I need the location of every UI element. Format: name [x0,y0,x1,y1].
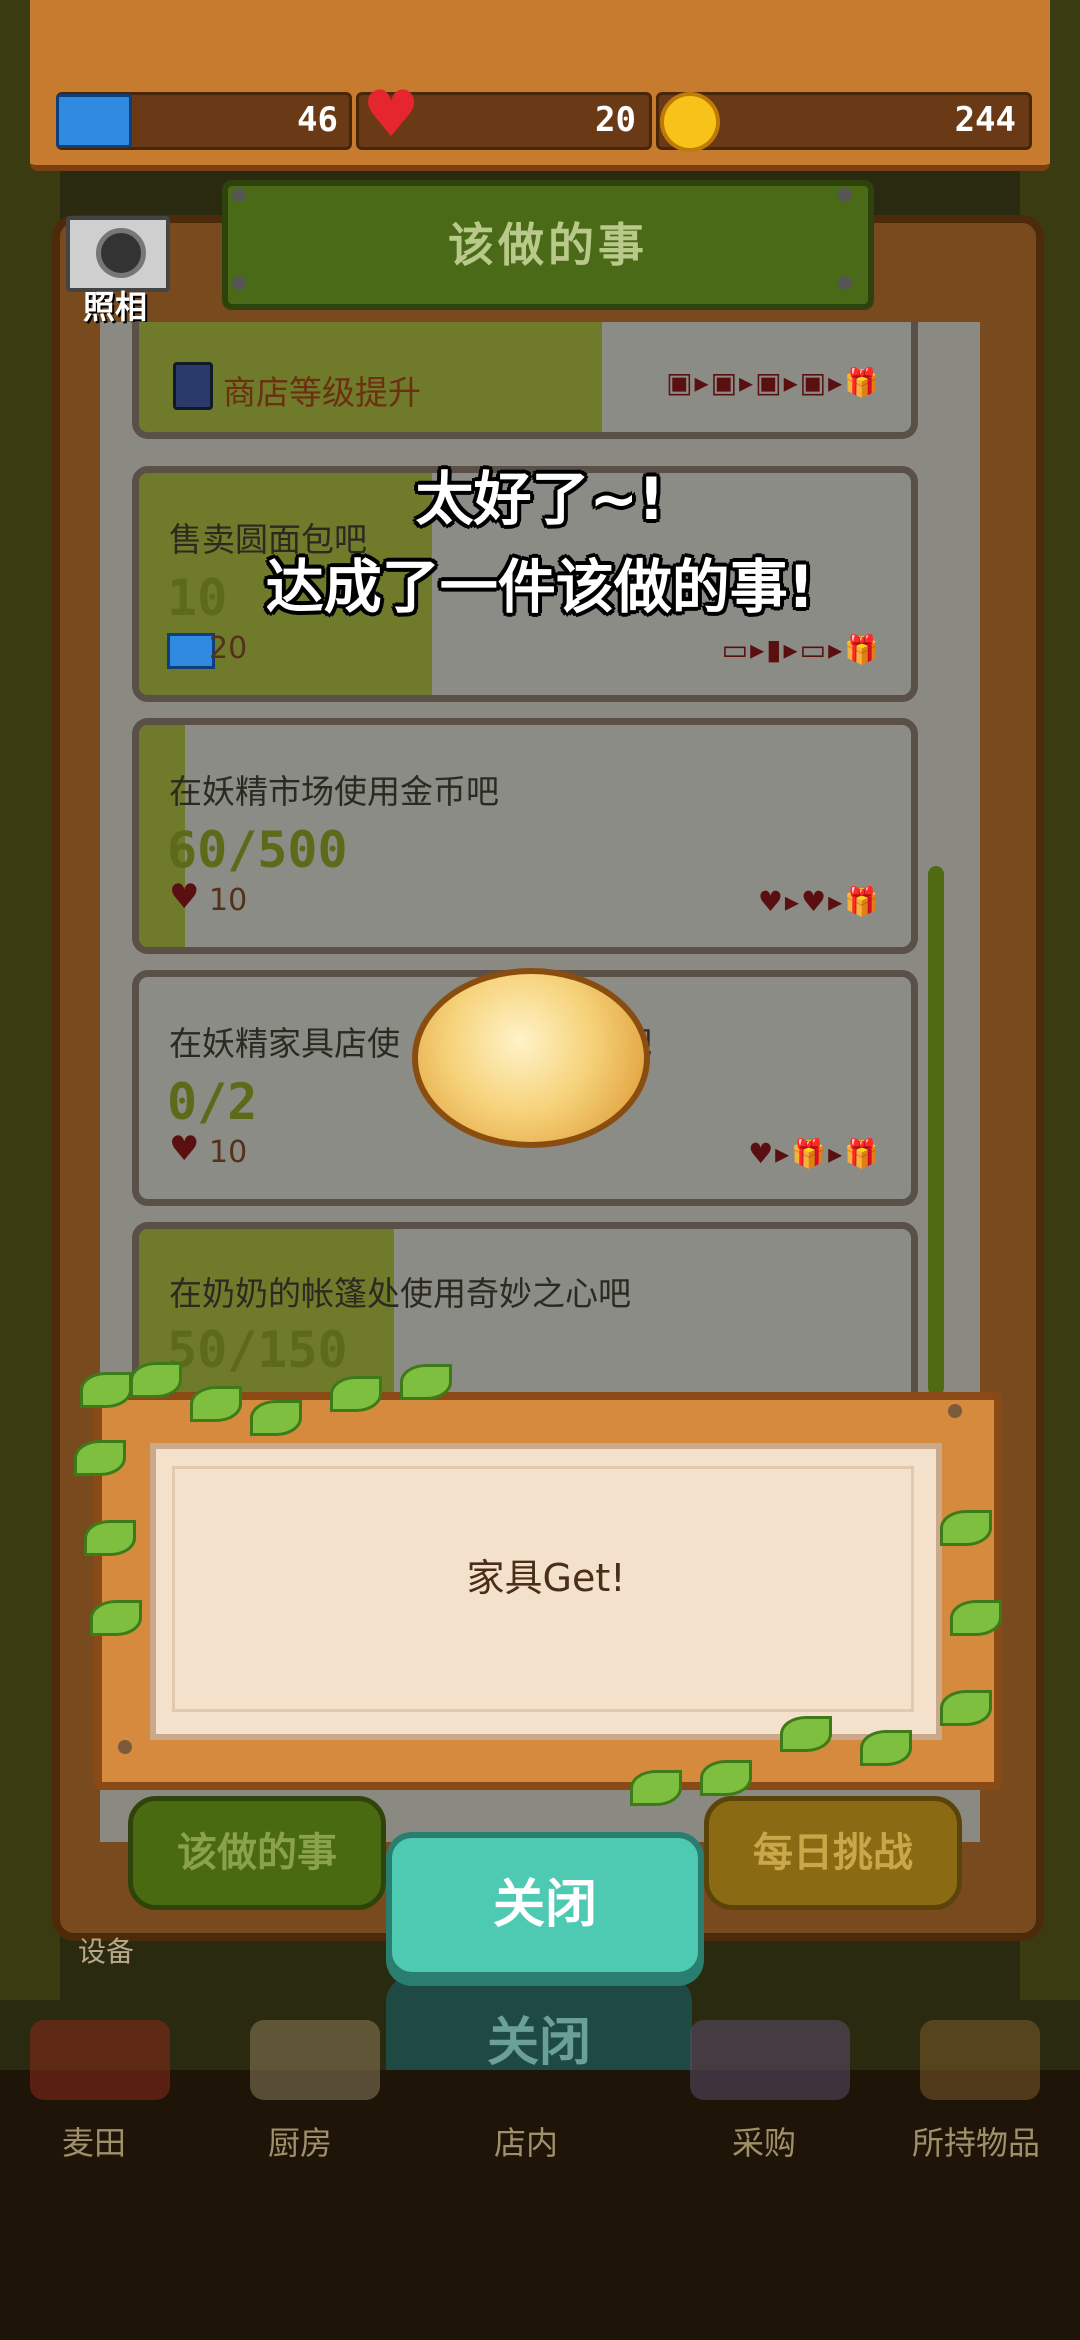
leaf-icon [90,1600,142,1636]
leaf-icon [940,1690,992,1726]
leaf-icon [330,1376,382,1412]
task-reward: 10 [209,883,248,918]
nav-kitchen[interactable]: 厨房 [200,2118,400,2164]
task-title: 在奶奶的帐篷处使用奇妙之心吧 [169,1274,631,1313]
bottom-nav [0,2070,1080,2340]
bread-reward-icon [412,968,650,1148]
task-title: 在妖精家具店使 [169,1024,400,1063]
leaf-icon [630,1770,682,1806]
rivet-icon [118,1740,132,1754]
task-reward: 10 [209,1135,248,1170]
leaf-icon [700,1760,752,1796]
panel-title: 该做的事 [448,218,648,272]
task-progress: 0/2 [167,1073,258,1131]
popup-message: 家具Get! [466,1556,626,1600]
heart-icon: ♥ [169,1129,200,1169]
box-icon [920,2020,1040,2100]
leaf-icon [950,1600,1002,1636]
setting-label: 设备 [78,1935,135,1968]
coin-count: 244 [954,100,1016,140]
leaf-icon [130,1362,182,1398]
nav-shop[interactable]: 店内 [426,2118,626,2164]
scrollbar[interactable] [928,866,944,1396]
reward-chain-icon: ▣▸▣▸▣▸▣▸🎁 [666,366,881,399]
reward-chain-icon: ▭▸▮▸▭▸🎁 [721,633,881,666]
wheat-field-icon [30,2020,170,2100]
tab-daily-challenge[interactable]: 每日挑战 [704,1796,962,1910]
task-card[interactable]: 在妖精市场使用金币吧 60/500 ♥ 10 ♥▸♥▸🎁 [132,718,918,954]
leaf-icon [780,1716,832,1752]
ticket-icon [56,94,132,148]
achievement-banner-line2: 达成了一件该做的事! [265,553,815,621]
leaf-icon [74,1440,126,1476]
shop-shelf-icon [690,2020,850,2100]
shop-icon [173,362,213,410]
kitchen-icon [250,2020,380,2100]
heart-icon: ♥ [362,78,420,152]
leaf-icon [860,1730,912,1766]
nav-purchase[interactable]: 采购 [664,2118,864,2164]
task-card[interactable]: 商店等级提升 ▣▸▣▸▣▸▣▸🎁 [132,322,918,439]
task-progress: 60/500 [167,821,348,879]
nav-inventory[interactable]: 所持物品 [876,2118,1076,2164]
leaf-icon [80,1372,132,1408]
leaf-icon [84,1520,136,1556]
leaf-icon [250,1400,302,1436]
reward-chain-icon: ♥▸♥▸🎁 [757,885,881,918]
ticket-count: 46 [297,100,338,140]
leaf-icon [400,1364,452,1400]
leaf-icon [940,1510,992,1546]
grass-left [0,0,60,2000]
achievement-banner-line1: 太好了~! [415,465,665,533]
rivet-icon [948,1404,962,1418]
coin-icon [660,92,720,152]
tab-todo[interactable]: 该做的事 [128,1796,386,1910]
reward-chain-icon: ♥▸🎁▸🎁 [748,1137,881,1170]
ticket-icon [167,633,215,669]
task-progress: 50/150 [167,1321,348,1379]
task-title: 商店等级提升 [223,373,421,412]
heart-count: 20 [595,100,636,140]
task-reward: 20 [209,631,248,666]
camera-icon [96,228,146,278]
heart-icon: ♥ [169,877,200,917]
task-title: 在妖精市场使用金币吧 [169,772,499,811]
nav-wheat-field[interactable]: 麦田 [0,2118,194,2164]
close-button[interactable]: 关闭 [386,1832,704,1978]
leaf-icon [190,1386,242,1422]
